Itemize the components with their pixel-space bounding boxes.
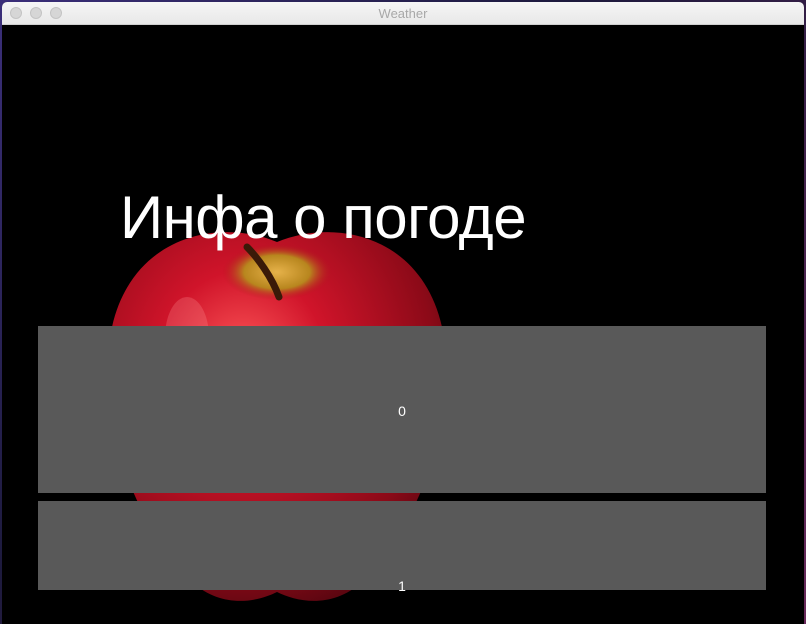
- page-title: Инфа о погоде: [120, 184, 527, 251]
- window-title: Weather: [378, 6, 428, 21]
- list-item-label: 0: [398, 403, 406, 419]
- list-item-label: 1: [398, 578, 406, 594]
- main-content: Инфа о погоде 0 1: [2, 25, 804, 624]
- app-window: Weather Инфа о погоде 0 1: [2, 2, 804, 624]
- list-item[interactable]: 1: [38, 501, 766, 594]
- list-item[interactable]: 0: [38, 326, 766, 493]
- title-bar[interactable]: Weather: [2, 2, 804, 25]
